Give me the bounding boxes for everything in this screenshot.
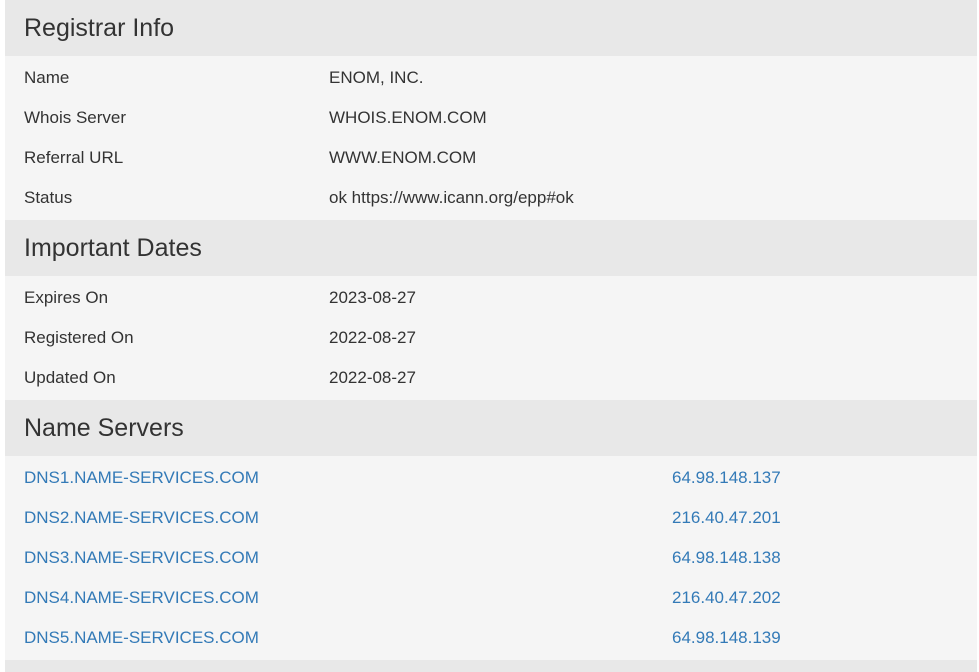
dates-row-registered: Registered On 2022-08-27 [5, 318, 977, 358]
registrar-info-table: Name ENOM, INC. Whois Server WHOIS.ENOM.… [5, 56, 977, 220]
row-value: WHOIS.ENOM.COM [329, 108, 487, 127]
row-label: Registered On [24, 328, 134, 347]
name-server-row: DNS3.NAME-SERVICES.COM 64.98.148.138 [5, 538, 977, 578]
registrar-row-status: Status ok https://www.icann.org/epp#ok [5, 178, 977, 218]
row-label: Expires On [24, 288, 109, 307]
name-servers-table: DNS1.NAME-SERVICES.COM 64.98.148.137 DNS… [5, 456, 977, 660]
important-dates-heading: Important Dates [5, 220, 977, 276]
name-server-ip-link[interactable]: 64.98.148.139 [672, 628, 977, 648]
row-value: 2023-08-27 [329, 288, 416, 307]
name-server-host-link[interactable]: DNS4.NAME-SERVICES.COM [5, 588, 672, 608]
name-server-row: DNS2.NAME-SERVICES.COM 216.40.47.201 [5, 498, 977, 538]
name-server-host-link[interactable]: DNS1.NAME-SERVICES.COM [5, 468, 672, 488]
row-value: 2022-08-27 [329, 328, 416, 347]
name-server-host-link[interactable]: DNS2.NAME-SERVICES.COM [5, 508, 672, 528]
row-value: ok https://www.icann.org/epp#ok [329, 188, 574, 207]
row-label: Updated On [24, 368, 116, 387]
next-section-header-edge [5, 660, 977, 672]
name-server-ip-link[interactable]: 64.98.148.138 [672, 548, 977, 568]
name-server-ip-link[interactable]: 64.98.148.137 [672, 468, 977, 488]
name-servers-heading: Name Servers [5, 400, 977, 456]
name-server-row: DNS5.NAME-SERVICES.COM 64.98.148.139 [5, 618, 977, 658]
registrar-row-name: Name ENOM, INC. [5, 58, 977, 98]
row-value: WWW.ENOM.COM [329, 148, 477, 167]
row-label: Whois Server [24, 108, 127, 127]
dates-row-expires: Expires On 2023-08-27 [5, 278, 977, 318]
name-server-row: DNS4.NAME-SERVICES.COM 216.40.47.202 [5, 578, 977, 618]
name-server-row: DNS1.NAME-SERVICES.COM 64.98.148.137 [5, 458, 977, 498]
name-server-host-link[interactable]: DNS3.NAME-SERVICES.COM [5, 548, 672, 568]
registrar-info-heading: Registrar Info [5, 0, 977, 56]
name-server-ip-link[interactable]: 216.40.47.202 [672, 588, 977, 608]
name-server-ip-link[interactable]: 216.40.47.201 [672, 508, 977, 528]
row-label: Name [24, 68, 70, 87]
row-value: 2022-08-27 [329, 368, 416, 387]
whois-panel: Registrar Info Name ENOM, INC. Whois Ser… [5, 0, 977, 672]
row-label: Referral URL [24, 148, 124, 167]
row-label: Status [24, 188, 73, 207]
registrar-row-whois-server: Whois Server WHOIS.ENOM.COM [5, 98, 977, 138]
row-value: ENOM, INC. [329, 68, 424, 87]
name-server-host-link[interactable]: DNS5.NAME-SERVICES.COM [5, 628, 672, 648]
dates-row-updated: Updated On 2022-08-27 [5, 358, 977, 398]
registrar-row-referral-url: Referral URL WWW.ENOM.COM [5, 138, 977, 178]
important-dates-table: Expires On 2023-08-27 Registered On 2022… [5, 276, 977, 400]
